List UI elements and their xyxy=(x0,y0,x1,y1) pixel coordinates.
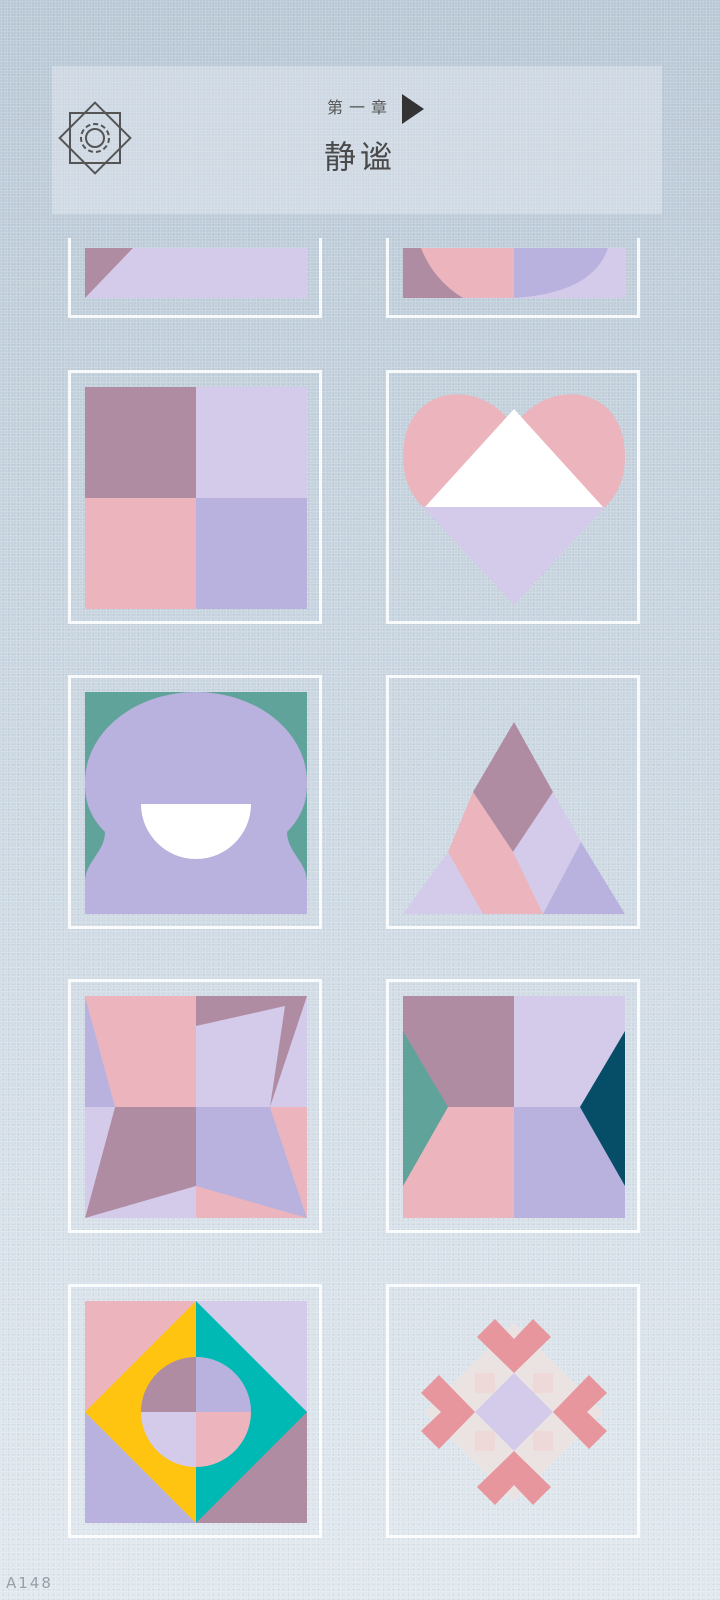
level-card-2[interactable] xyxy=(386,238,640,318)
level-card-9[interactable] xyxy=(68,1284,322,1538)
level-6-art xyxy=(403,722,625,914)
play-arrow-icon[interactable] xyxy=(402,94,424,124)
level-card-7[interactable] xyxy=(68,979,322,1233)
version-label: A148 xyxy=(6,1574,53,1592)
level-card-8[interactable] xyxy=(386,979,640,1233)
level-card-1[interactable] xyxy=(68,238,322,318)
level-1-art xyxy=(85,248,307,298)
level-5-art xyxy=(85,692,307,914)
level-3-art xyxy=(85,387,307,609)
level-card-6[interactable] xyxy=(386,675,640,929)
chapter-title: 静谧 xyxy=(323,138,396,176)
level-10-art xyxy=(421,1319,607,1505)
level-2-art xyxy=(403,248,625,298)
level-card-4[interactable] xyxy=(386,370,640,624)
level-9-art xyxy=(85,1301,307,1523)
level-8-art xyxy=(403,996,625,1218)
level-card-3[interactable] xyxy=(68,370,322,624)
level-4-art xyxy=(403,394,625,605)
level-card-5[interactable] xyxy=(68,675,322,929)
chapter-label: 第一章 xyxy=(326,98,393,117)
level-card-10[interactable] xyxy=(386,1284,640,1538)
level-7-art xyxy=(85,996,307,1218)
